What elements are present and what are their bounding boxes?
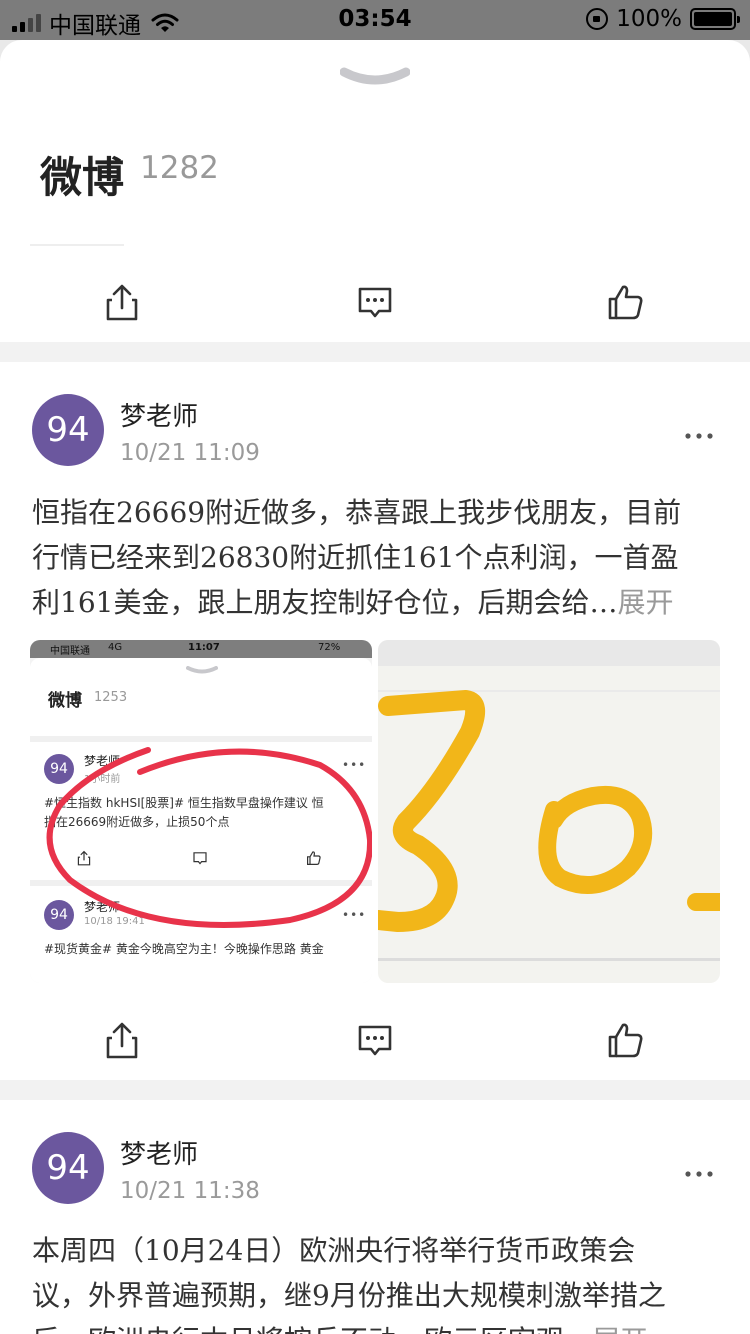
- post-line: 恒指在26669附近做多，恭喜跟上我步伐朋友，目前: [32, 496, 682, 529]
- expand-link[interactable]: 展开: [617, 586, 673, 619]
- post-body[interactable]: 本周四（10月24日）欧洲央行将举行货币政策会 议，外界普遍预期，继9月份推出大…: [32, 1228, 722, 1334]
- thumbs-up-icon[interactable]: [606, 282, 646, 322]
- post-image-handwriting[interactable]: [378, 640, 720, 983]
- status-right: 100%: [586, 6, 740, 32]
- battery-percent: 100%: [616, 6, 682, 32]
- comment-icon[interactable]: [355, 1020, 395, 1060]
- more-dots-icon[interactable]: [684, 1170, 714, 1178]
- share-icon[interactable]: [102, 282, 142, 322]
- expand-link[interactable]: 展开: [592, 1324, 648, 1334]
- post-time: 10/21 11:38: [120, 1178, 260, 1204]
- author-name[interactable]: 梦老师: [120, 1134, 198, 1171]
- post-image-screenshot[interactable]: 中国联通 4G 11:07 72% 微博 1253 94 梦老师 1小时前 ••…: [30, 640, 372, 983]
- status-bar: 中国联通 03:54 100%: [0, 0, 750, 40]
- post-count: 1282: [140, 150, 219, 186]
- action-row: [0, 262, 750, 342]
- avatar[interactable]: 94: [32, 1132, 104, 1204]
- weibo-sheet: 微博 1282 94 梦老师 10/21 11:09 恒指在26669附近做多，…: [0, 40, 750, 1334]
- share-icon[interactable]: [102, 1020, 142, 1060]
- post-line-text: 后，欧洲央行本月将按兵不动，欧元区宏观…: [32, 1324, 592, 1334]
- avatar[interactable]: 94: [32, 394, 104, 466]
- post-line: 本周四（10月24日）欧洲央行将举行货币政策会: [32, 1234, 636, 1267]
- red-circle-annotation: [46, 747, 372, 928]
- handwriting-drawing: [378, 640, 720, 961]
- post-card: 94 梦老师 10/21 11:38 本周四（10月24日）欧洲央行将举行货币政…: [0, 1100, 750, 1334]
- action-row: [0, 1000, 750, 1080]
- page-title: 微博: [40, 153, 125, 202]
- divider: [30, 238, 124, 246]
- post-line-text: 利161美金，跟上朋友控制好仓位，后期会给…: [32, 586, 618, 619]
- post-line: 行情已经来到26830附近抓住161个点利润，一首盈: [32, 541, 679, 574]
- sheet-header: 微博 1282: [0, 40, 750, 342]
- rotation-lock-icon: [586, 8, 609, 30]
- post-line: 议，外界普遍预期，继9月份推出大规模刺激举措之: [32, 1279, 666, 1312]
- post-line: 利161美金，跟上朋友控制好仓位，后期会给…展开: [32, 580, 722, 625]
- battery-icon: [690, 8, 740, 30]
- post-line: 后，欧洲央行本月将按兵不动，欧元区宏观…展开: [32, 1318, 722, 1334]
- more-dots-icon[interactable]: [684, 432, 714, 440]
- chevron-down-icon[interactable]: [340, 66, 410, 90]
- post-time: 10/21 11:09: [120, 440, 260, 466]
- post-card: 94 梦老师 10/21 11:09 恒指在26669附近做多，恭喜跟上我步伐朋…: [0, 362, 750, 1080]
- thumbs-up-icon[interactable]: [606, 1020, 646, 1060]
- author-name[interactable]: 梦老师: [120, 396, 198, 433]
- comment-icon[interactable]: [355, 282, 395, 322]
- post-body[interactable]: 恒指在26669附近做多，恭喜跟上我步伐朋友，目前 行情已经来到26830附近抓…: [32, 490, 722, 625]
